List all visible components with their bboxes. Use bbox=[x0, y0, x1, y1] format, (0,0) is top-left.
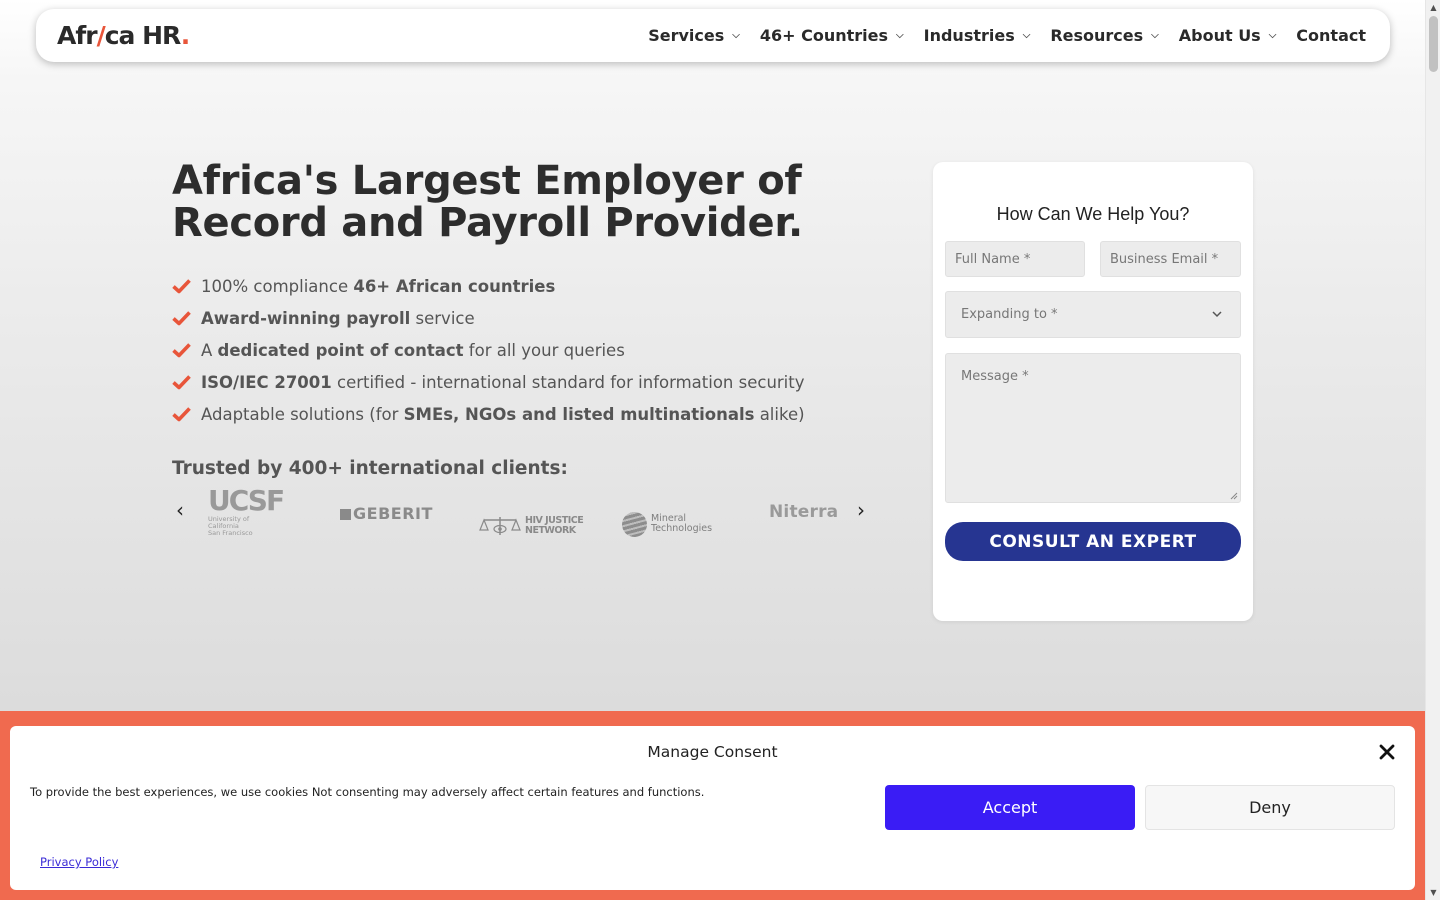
feature-item: 100% compliance 46+ African countries bbox=[172, 270, 805, 302]
chevron-down-icon: ⌵ bbox=[896, 30, 904, 41]
full-name-placeholder: Full Name * bbox=[955, 251, 1031, 267]
feature-text: service bbox=[410, 308, 475, 328]
business-email-placeholder: Business Email * bbox=[1110, 251, 1219, 267]
nav-label: About Us bbox=[1178, 26, 1261, 45]
logo-dot: . bbox=[180, 21, 190, 50]
nav-label: Contact bbox=[1296, 26, 1366, 45]
nav-label: Services bbox=[648, 26, 725, 45]
nav-resources[interactable]: Resources ⌵ bbox=[1050, 26, 1158, 45]
logo-text-part2: ca HR bbox=[104, 21, 182, 50]
nav-countries[interactable]: 46+ Countries ⌵ bbox=[760, 26, 904, 45]
privacy-policy-link[interactable]: Privacy Policy bbox=[40, 855, 118, 869]
scroll-down-arrow-icon[interactable]: ▼ bbox=[1426, 885, 1440, 900]
scrollbar-thumb[interactable] bbox=[1429, 16, 1438, 72]
feature-list: 100% compliance 46+ African countries Aw… bbox=[172, 270, 805, 430]
check-icon bbox=[172, 343, 191, 358]
feature-bold: 46+ African countries bbox=[353, 276, 556, 296]
feature-bold: Award-winning payroll bbox=[201, 308, 411, 328]
nav-industries[interactable]: Industries ⌵ bbox=[924, 26, 1031, 45]
check-icon bbox=[172, 311, 191, 326]
feature-text: 100% compliance bbox=[201, 276, 354, 296]
chevron-down-icon: ⌵ bbox=[732, 30, 740, 41]
nav-label: Resources bbox=[1050, 26, 1144, 45]
nav-contact[interactable]: Contact bbox=[1296, 26, 1366, 45]
logo-slash: / bbox=[96, 21, 106, 50]
cookie-consent-banner: Manage Consent To provide the best exper… bbox=[10, 726, 1415, 890]
ucsf-logo-subtext: San Francisco bbox=[208, 529, 253, 537]
close-icon[interactable] bbox=[1379, 744, 1395, 760]
feature-item: ISO/IEC 27001 certified - international … bbox=[172, 366, 805, 398]
vertical-scrollbar[interactable]: ▲ ▼ bbox=[1425, 0, 1440, 900]
deny-button[interactable]: Deny bbox=[1145, 785, 1395, 830]
check-icon bbox=[172, 279, 191, 294]
feature-text: Adaptable solutions (for bbox=[201, 404, 404, 424]
feature-item: A dedicated point of contact for all you… bbox=[172, 334, 805, 366]
form-title: How Can We Help You? bbox=[996, 204, 1190, 224]
nav-services[interactable]: Services ⌵ bbox=[648, 26, 740, 45]
nav-about-us[interactable]: About Us ⌵ bbox=[1179, 26, 1277, 45]
feature-text: certified - international standard for i… bbox=[331, 372, 805, 392]
accept-button[interactable]: Accept bbox=[885, 785, 1135, 830]
geberit-square-icon bbox=[340, 509, 351, 520]
consent-title: Manage Consent bbox=[647, 743, 778, 761]
full-name-input[interactable]: Full Name * bbox=[945, 241, 1085, 277]
page-background: Afr/ca HR. Services ⌵ 46+ Countries ⌵ In… bbox=[0, 0, 1425, 900]
trusted-heading: Trusted by 400+ international clients: bbox=[172, 458, 568, 479]
carousel-prev-icon[interactable]: ‹ bbox=[176, 500, 184, 520]
business-email-input[interactable]: Business Email * bbox=[1100, 241, 1241, 277]
geberit-logo: GEBERIT bbox=[340, 504, 433, 556]
feature-bold: dedicated point of contact bbox=[217, 340, 464, 360]
geberit-logo-text: GEBERIT bbox=[353, 504, 433, 523]
ucsf-logo: UCSF University of California San Franci… bbox=[208, 484, 285, 538]
mineral-logo-text: Technologies bbox=[651, 523, 713, 534]
ucsf-logo-text: UCSF bbox=[208, 484, 285, 517]
main-nav: Services ⌵ 46+ Countries ⌵ Industries ⌵ … bbox=[648, 9, 1366, 62]
mineral-technologies-logo: Mineral Technologies bbox=[622, 498, 712, 550]
message-placeholder: Message * bbox=[961, 369, 1029, 384]
ucsf-logo-subtext: University of California bbox=[208, 515, 250, 530]
feature-bold: ISO/IEC 27001 bbox=[201, 372, 332, 392]
hero-title: Africa's Largest Employer of Record and … bbox=[172, 158, 803, 246]
feature-text: A bbox=[201, 340, 218, 360]
chevron-down-icon: ⌵ bbox=[1151, 30, 1159, 41]
resize-grip-icon[interactable] bbox=[1230, 492, 1238, 500]
site-header: Afr/ca HR. Services ⌵ 46+ Countries ⌵ In… bbox=[36, 9, 1390, 62]
contact-form-card: How Can We Help You? Full Name * Busines… bbox=[933, 162, 1253, 621]
niterra-logo: Niterra bbox=[769, 502, 839, 522]
message-textarea[interactable]: Message * bbox=[945, 353, 1241, 503]
chevron-down-icon: ⌵ bbox=[1022, 30, 1031, 41]
nav-label: Industries bbox=[923, 26, 1015, 45]
hiv-justice-network-logo: HIV JUSTICE NETWORK bbox=[478, 500, 584, 552]
chevron-down-icon bbox=[1212, 311, 1222, 318]
chevron-down-icon: ⌵ bbox=[1268, 30, 1277, 41]
scroll-up-arrow-icon[interactable]: ▲ bbox=[1426, 0, 1440, 15]
consult-expert-button[interactable]: CONSULT AN EXPERT bbox=[945, 522, 1241, 561]
logo-text-part1: Afr bbox=[57, 21, 98, 50]
feature-text: for all your queries bbox=[463, 340, 625, 360]
check-icon bbox=[172, 375, 191, 390]
client-logo-carousel: ‹ UCSF University of California San Fran… bbox=[172, 486, 872, 538]
nav-label: 46+ Countries bbox=[759, 26, 889, 45]
expanding-to-select[interactable]: Expanding to * bbox=[945, 291, 1241, 338]
feature-item: Award-winning payroll service bbox=[172, 302, 805, 334]
consent-text: To provide the best experiences, we use … bbox=[30, 785, 705, 799]
check-icon bbox=[172, 407, 191, 422]
scales-icon bbox=[479, 517, 521, 535]
feature-item: Adaptable solutions (for SMEs, NGOs and … bbox=[172, 398, 805, 430]
feature-text: alike) bbox=[754, 404, 805, 424]
feature-bold: SMEs, NGOs and listed multinationals bbox=[403, 404, 755, 424]
africa-hr-logo[interactable]: Afr/ca HR. bbox=[57, 21, 190, 50]
hiv-logo-text: NETWORK bbox=[525, 525, 576, 536]
globe-icon bbox=[622, 511, 647, 537]
expanding-to-placeholder: Expanding to * bbox=[961, 307, 1058, 322]
carousel-next-icon[interactable]: › bbox=[857, 500, 865, 520]
